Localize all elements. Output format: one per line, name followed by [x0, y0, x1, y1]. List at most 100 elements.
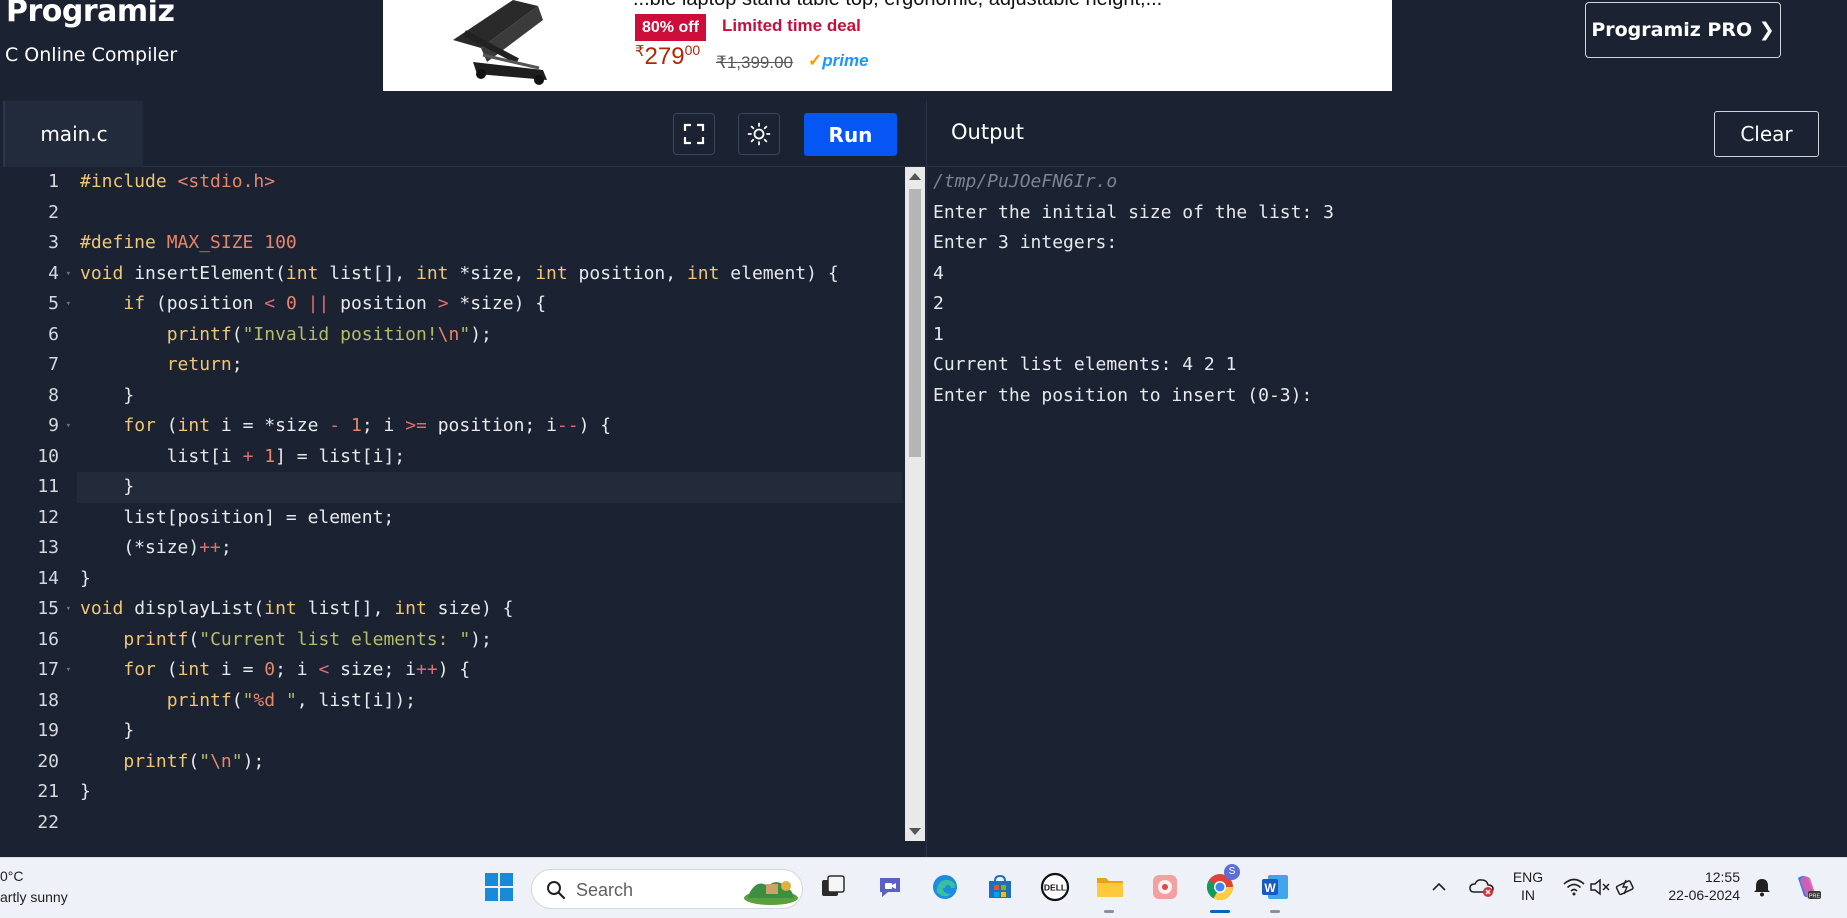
code-line[interactable]: printf("Invalid position!\n");	[80, 320, 902, 351]
code-line[interactable]: for (int i = 0; i < size; i++) {	[80, 655, 902, 686]
chrome-profile-badge: S	[1224, 864, 1240, 880]
code-line[interactable]: list[position] = element;	[80, 503, 902, 534]
theme-toggle-button[interactable]	[738, 113, 780, 155]
volume-muted-icon	[1590, 878, 1610, 896]
run-button[interactable]: Run	[804, 113, 897, 156]
file-explorer-button[interactable]	[1093, 870, 1127, 904]
code-line[interactable]: }	[77, 472, 902, 503]
language-code: ENG	[1512, 869, 1544, 885]
battery-button[interactable]	[1609, 870, 1643, 904]
output-line: Enter the initial size of the list: 3	[933, 201, 1334, 223]
windows-taskbar: 0°C artly sunny Search DELL S W ENG IN 1…	[0, 857, 1847, 918]
tab-main-c[interactable]: main.c	[3, 101, 143, 167]
code-line[interactable]: for (int i = *size - 1; i >= position; i…	[80, 411, 902, 442]
price-fraction: 00	[684, 42, 701, 58]
code-line[interactable]: printf("Current list elements: ");	[80, 625, 902, 656]
code-line[interactable]: void displayList(int list[], int size) {	[80, 594, 902, 625]
dell-button[interactable]: DELL	[1038, 870, 1072, 904]
language-indicator[interactable]: ENG IN	[1508, 868, 1548, 904]
price-whole: 279	[644, 43, 685, 70]
clear-button[interactable]: Clear	[1714, 111, 1819, 157]
discount-badge: 80% off	[635, 14, 706, 41]
fold-arrow-icon[interactable]: ▾	[66, 594, 71, 625]
code-line[interactable]: }	[80, 564, 902, 595]
line-number: 8	[48, 384, 59, 406]
word-running-indicator	[1270, 910, 1280, 913]
code-line[interactable]: }	[80, 777, 902, 808]
ad-price: ₹27900	[635, 42, 700, 71]
fold-arrow-icon[interactable]: ▾	[66, 655, 71, 686]
fullscreen-button[interactable]	[673, 113, 715, 155]
store-button[interactable]	[983, 870, 1017, 904]
explorer-running-indicator	[1104, 910, 1114, 913]
svg-text:DELL: DELL	[1044, 883, 1066, 893]
copilot-button[interactable]: PRE	[1790, 870, 1824, 904]
code-line[interactable]: return;	[80, 350, 902, 381]
weather-temperature[interactable]: 0°C	[0, 868, 24, 884]
price-currency: ₹	[635, 43, 645, 60]
start-button[interactable]	[482, 870, 516, 904]
code-line[interactable]	[80, 198, 902, 229]
scroll-down-arrow-icon[interactable]	[909, 828, 921, 835]
copilot-icon: PRE	[1798, 876, 1821, 900]
output-console[interactable]: /tmp/PuJOeFN6Ir.o Enter the initial size …	[933, 167, 1843, 411]
top-bar: Programiz C Online Compiler ...ble lapto…	[0, 0, 1847, 100]
onedrive-button[interactable]	[1465, 870, 1499, 904]
fold-arrow-icon[interactable]: ▾	[66, 411, 71, 442]
edge-button[interactable]	[928, 870, 962, 904]
line-number: 12	[37, 506, 59, 528]
editor-scrollbar[interactable]	[905, 167, 925, 841]
teams-chat-icon	[880, 878, 900, 897]
scroll-up-arrow-icon[interactable]	[909, 173, 921, 180]
code-line[interactable]: #include <stdio.h>	[80, 167, 902, 198]
show-hidden-icons-button[interactable]	[1422, 870, 1456, 904]
code-line[interactable]: if (position < 0 || position > *size) {	[80, 289, 902, 320]
media-app-button[interactable]	[1148, 870, 1182, 904]
code-line[interactable]: printf("%d ", list[i]);	[80, 686, 902, 717]
line-number: 1	[48, 171, 59, 192]
line-number-gutter: 1 2 3 4 ▾ 5 ▾ 6 7 8 9 ▾ 10 11 12 13 14 15 ▾ 16 17 ▾ 18 19 20 21 22	[3, 167, 73, 838]
word-button[interactable]: W	[1258, 870, 1292, 904]
line-number: 19	[37, 720, 59, 741]
teams-button[interactable]	[873, 870, 907, 904]
code-line[interactable]: }	[80, 381, 902, 412]
search-icon	[547, 881, 566, 900]
programiz-pro-button[interactable]: Programiz PRO ❯	[1585, 2, 1781, 58]
line-number: 13	[37, 537, 59, 558]
code-editor[interactable]: 1 2 3 4 ▾ 5 ▾ 6 7 8 9 ▾ 10 11 12 13 14 15 ▾ 16 17 ▾ 18 19 20 21 22…	[3, 167, 925, 857]
code-line[interactable]	[80, 808, 902, 839]
ad-title: ...ble laptop stand table top, ergonomic…	[633, 0, 1162, 11]
line-number: 18	[37, 689, 59, 711]
output-line: 4	[933, 262, 944, 284]
chevron-up-icon	[1432, 882, 1446, 891]
notifications-button[interactable]	[1745, 870, 1779, 904]
programiz-logo[interactable]: Programiz	[6, 0, 175, 29]
bell-icon	[1754, 879, 1770, 897]
line-number: 4 ▾	[3, 259, 73, 290]
output-binary-path: /tmp/PuJOeFN6Ir.o	[933, 171, 1118, 192]
deal-label: Limited time deal	[722, 16, 861, 35]
scrollbar-thumb[interactable]	[909, 189, 921, 457]
advertisement-banner[interactable]: ...ble laptop stand table top, ergonomic…	[383, 0, 1392, 91]
prime-label: prime	[822, 51, 869, 70]
code-lines[interactable]: #include <stdio.h> #define MAX_SIZE 100 v…	[77, 167, 902, 839]
chrome-button[interactable]: S	[1203, 864, 1240, 904]
code-line[interactable]: #define MAX_SIZE 100	[80, 228, 902, 259]
clock[interactable]: 12:55 22-06-2024	[1650, 868, 1740, 904]
code-line[interactable]: (*size)++;	[80, 533, 902, 564]
ad-mrp: ₹1,399.00	[716, 53, 793, 72]
task-view-button[interactable]	[816, 870, 850, 904]
code-line[interactable]: void insertElement(int list[], int *size…	[80, 259, 902, 290]
code-line[interactable]: }	[80, 716, 902, 747]
code-line[interactable]: printf("\n");	[80, 747, 902, 778]
fold-arrow-icon[interactable]: ▾	[66, 289, 71, 320]
line-number: 11	[37, 476, 59, 497]
weather-description[interactable]: artly sunny	[0, 889, 68, 905]
code-line[interactable]: list[i + 1] = list[i];	[80, 442, 902, 473]
fold-arrow-icon[interactable]: ▾	[66, 259, 71, 290]
taskbar-search[interactable]: Search	[531, 869, 803, 909]
search-highlight-icon	[744, 881, 798, 905]
page-subtitle: C Online Compiler	[5, 44, 178, 66]
line-number: 22	[37, 811, 59, 833]
svg-text:PRE: PRE	[1809, 894, 1821, 900]
